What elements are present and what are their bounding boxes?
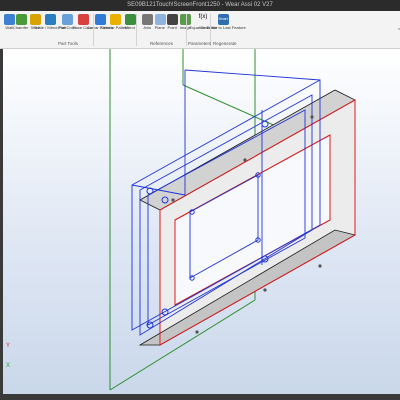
3d-viewport[interactable] — [0, 49, 400, 400]
axis-label-x: X — [6, 363, 11, 369]
circular-pattern-icon — [109, 14, 121, 25]
scale-mirror-button[interactable]: Scale / Mirror Part — [34, 13, 66, 39]
frame-solid — [138, 89, 357, 346]
part-color-icon — [61, 14, 73, 25]
shell-icon — [29, 14, 41, 25]
hole-marker — [146, 187, 154, 195]
image-icon — [179, 14, 191, 25]
ribbon-separator — [93, 14, 94, 46]
point-label: Point — [167, 25, 177, 30]
mirror-icon — [124, 14, 136, 25]
wall-label: Wall — [5, 25, 13, 30]
left-panel-edge — [0, 49, 3, 400]
mirror-button[interactable]: Mirror — [123, 13, 137, 39]
axis-button[interactable]: Axis — [140, 13, 154, 39]
chamfer-icon — [15, 14, 27, 25]
axis-label: Axis — [143, 25, 151, 30]
plane-icon — [154, 14, 166, 25]
bolt-dot — [195, 330, 199, 334]
ribbon-separator — [136, 14, 137, 46]
highlight-line — [184, 69, 321, 81]
model-drawing — [109, 49, 357, 391]
ribbon-separator — [186, 14, 187, 46]
bolt-dot — [171, 198, 175, 202]
generate-last-feature-icon: Smart — [217, 14, 229, 25]
bolt-dot — [243, 158, 247, 162]
axis-label-y: Y — [6, 343, 11, 349]
mirror-label: Mirror — [124, 25, 136, 30]
plane-label: Plane — [154, 25, 166, 30]
part-color-button[interactable]: Part Color — [58, 13, 76, 39]
window-title: SE09B121Touch!ScreenFront1250 - Wear Ass… — [0, 0, 400, 11]
group-label-regenerate: Regenerate — [213, 41, 237, 46]
wall-icon — [3, 14, 15, 25]
bolt-dot — [318, 264, 322, 268]
bolt-dot — [310, 115, 314, 119]
axis-icon — [141, 14, 153, 25]
group-label-parameters: Parameters — [188, 41, 212, 46]
generate-last-feature-label: Generate to Last Feature — [200, 25, 246, 30]
ribbon-toolbar: Wall Chamfer Shell Scale / Mirror Part Part … — [0, 11, 400, 49]
linear-pattern-icon — [94, 14, 106, 25]
group-label-part-tools: Part Tools — [58, 41, 78, 46]
face-color-icon — [77, 14, 89, 25]
equation-editor-icon: f(x) — [198, 14, 208, 20]
chamfer-label: Chamfer — [13, 25, 29, 30]
bolt-dot — [263, 288, 267, 292]
point-icon — [166, 14, 178, 25]
point-button[interactable]: Point — [165, 13, 179, 39]
scale-mirror-icon — [44, 14, 56, 25]
group-label-references: References — [150, 41, 174, 46]
generate-last-feature-button[interactable]: Smart Generate to Last Feature — [200, 13, 246, 39]
hole-marker — [261, 120, 269, 128]
status-bar — [0, 394, 400, 400]
circular-pattern-button[interactable]: Circular Pattern — [101, 13, 129, 39]
chamfer-button[interactable]: Chamfer — [13, 13, 29, 39]
